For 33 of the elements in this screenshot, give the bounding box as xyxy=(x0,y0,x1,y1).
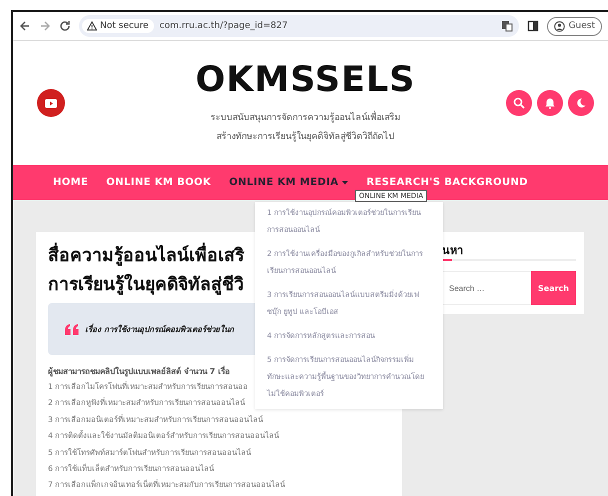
notification-button[interactable] xyxy=(537,90,563,116)
warning-icon xyxy=(87,21,97,31)
address-bar[interactable]: Not secure com.rru.ac.th/?page_id=827 xyxy=(79,15,519,37)
moon-icon xyxy=(575,97,587,109)
search-icon xyxy=(513,97,525,109)
search-button[interactable] xyxy=(506,90,532,116)
list-heading: ผู้ชมสามารถชมคลิปในรูปแบบเพลย์ลิสต์ จำนวน 7 เรื่อ xyxy=(48,365,230,378)
profile-button[interactable]: Guest xyxy=(546,16,602,36)
person-icon xyxy=(554,20,565,32)
site-logo[interactable]: OKMSSELS xyxy=(196,60,416,100)
site-tagline: ระบบสนับสนุนการจัดการความรู้ออนไลน์เพื่อเสริม xyxy=(210,110,400,127)
play-icon xyxy=(45,98,57,108)
side-panel-icon[interactable] xyxy=(526,20,539,32)
search-button[interactable]: Search xyxy=(531,271,576,305)
article-title: สื่อความรู้ออนไลน์เพื่อเสริ xyxy=(48,242,244,271)
nav-link[interactable]: ONLINE KM MEDIA xyxy=(229,177,348,188)
quote-icon xyxy=(65,324,79,334)
caret-icon xyxy=(342,180,348,184)
quote-text: เรื่อง การใช้งานอุปกรณ์คอมพิวเตอร์ช่วยในก xyxy=(85,322,234,336)
security-chip[interactable]: Not secure xyxy=(82,19,154,33)
back-icon[interactable] xyxy=(19,20,31,32)
youtube-button[interactable] xyxy=(37,89,65,117)
article-title: การเรียนรู้ในยุคดิจิทัลสู่ชีวิ xyxy=(48,272,244,297)
search-field[interactable]: Search … xyxy=(442,271,531,305)
translate-icon[interactable] xyxy=(500,20,513,32)
site-tagline: สร้างทักษะการเรียนรู้ในยุคดิจิทัลสู่ชีวิตวิถีถัดไป xyxy=(216,130,394,144)
nav-link[interactable]: HOME xyxy=(53,177,88,188)
nav-link[interactable]: ONLINE KM BOOK xyxy=(106,177,212,188)
dark-mode-button[interactable] xyxy=(568,90,594,116)
widget-title: นหา xyxy=(442,243,464,259)
bell-icon xyxy=(544,97,556,109)
reload-icon[interactable] xyxy=(59,20,71,32)
nav-link[interactable]: RESEARCH'S BACKGROUND xyxy=(366,177,528,188)
